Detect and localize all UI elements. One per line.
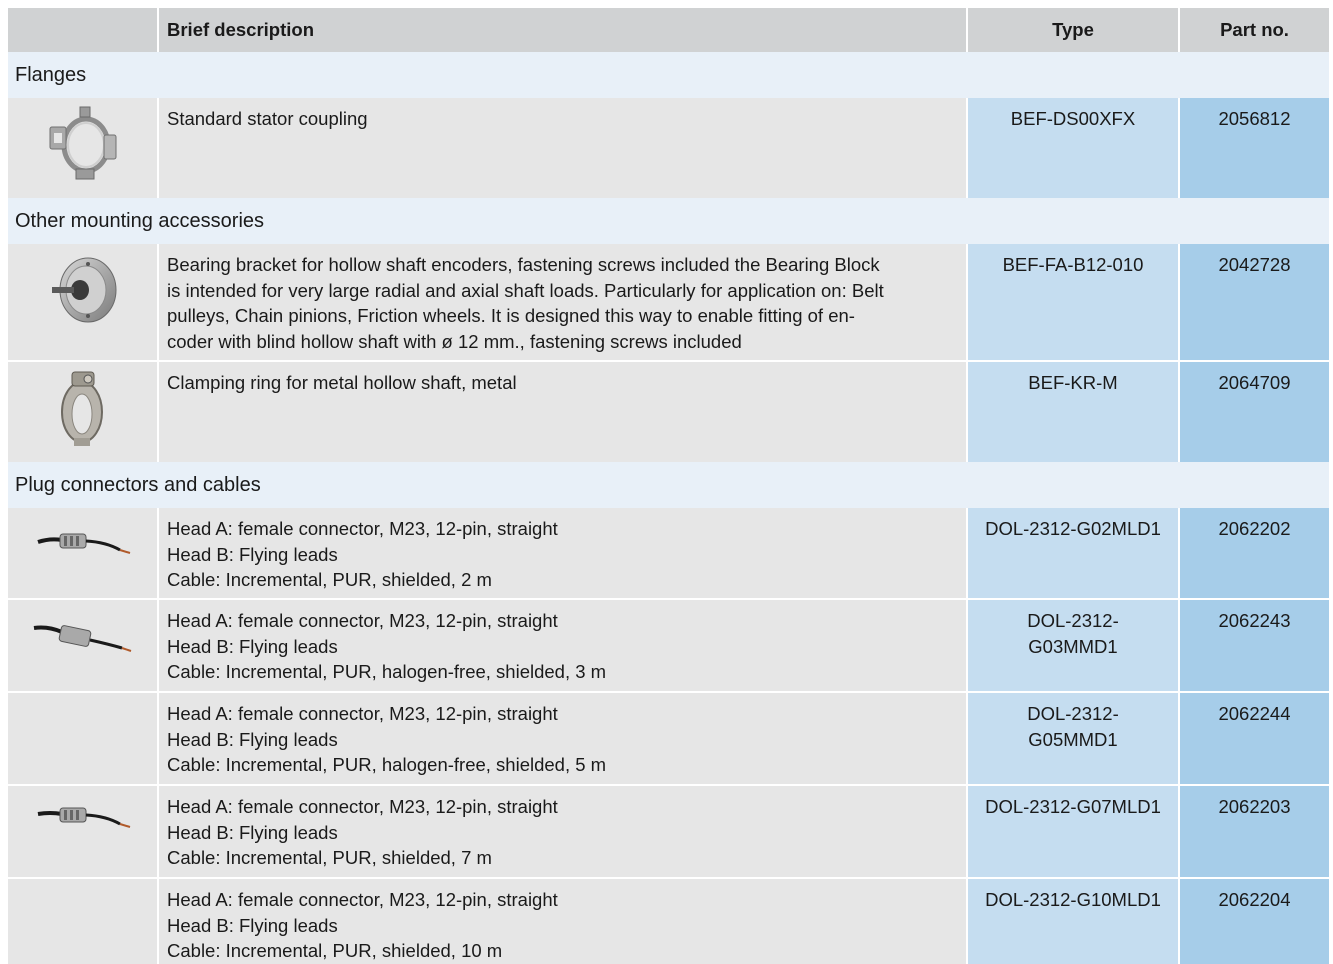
table-row: Standard stator coupling BEF-DS00XFX 205… <box>8 98 1329 198</box>
description-line: Head A: female connector, M23, 12-pin, s… <box>167 610 558 631</box>
product-image-cell <box>8 362 157 462</box>
item-description: Head A: female connector, M23, 12-pin, s… <box>159 693 966 784</box>
section-plug-connectors: Plug connectors and cables <box>8 462 1329 508</box>
section-flanges: Flanges <box>8 52 1329 98</box>
item-type: DOL-2312-G02MLD1 <box>968 508 1178 598</box>
accessories-page: Brief description Type Part no. Flanges … <box>0 0 1333 964</box>
item-part-no: 2062204 <box>1180 879 1329 964</box>
section-other-mounting: Other mounting accessories <box>8 198 1329 244</box>
table-row: Clamping ring for metal hollow shaft, me… <box>8 362 1329 462</box>
cable-connector-icon <box>33 625 132 652</box>
item-description: Bearing bracket for hollow shaft encoder… <box>159 244 966 360</box>
description-line: Cable: Incremental, PUR, shielded, 10 m <box>167 940 503 962</box>
description-line: Head B: Flying leads <box>167 543 338 565</box>
item-type: BEF-FA-B12-010 <box>968 244 1178 360</box>
description-line: Cable: Incremental, PUR, shielded, 2 m <box>167 569 492 591</box>
section-label: Other mounting accessories <box>15 210 265 232</box>
description-line: pulleys, Chain pinions, Friction wheels.… <box>167 305 855 327</box>
table-row: Head A: female connector, M23, 12-pin, s… <box>8 879 1329 964</box>
stator-coupling-icon <box>49 106 117 180</box>
item-part-no: 2056812 <box>1180 98 1329 198</box>
item-type: BEF-KR-M <box>968 362 1178 462</box>
description-line: Head A: female connector, M23, 12-pin, s… <box>167 703 558 724</box>
table-row: Bearing bracket for hollow shaft encoder… <box>8 244 1329 360</box>
header-part-no: Part no. <box>1180 8 1329 52</box>
item-part-no: 2064709 <box>1180 362 1329 462</box>
table-row: Head A: female connector, M23, 12-pin, s… <box>8 786 1329 877</box>
description-line: Head B: Flying leads <box>167 635 338 657</box>
section-label: Plug connectors and cables <box>15 474 261 496</box>
type-value: DOL-2312-G02MLD1 <box>985 518 1161 539</box>
description-line: Standard stator coupling <box>167 108 368 129</box>
item-description: Head A: female connector, M23, 12-pin, s… <box>159 786 966 877</box>
description-line: Head B: Flying leads <box>167 914 338 936</box>
item-description: Clamping ring for metal hollow shaft, me… <box>159 362 966 462</box>
description-line: Head A: female connector, M23, 12-pin, s… <box>167 518 558 539</box>
description-line: Bearing bracket for hollow shaft encoder… <box>167 254 880 275</box>
product-image-cell <box>8 244 157 360</box>
item-description: Standard stator coupling <box>159 98 966 198</box>
item-part-no: 2042728 <box>1180 244 1329 360</box>
description-line: Clamping ring for metal hollow shaft, me… <box>167 372 517 393</box>
cable-connector-icon <box>37 807 131 828</box>
description-line: Cable: Incremental, PUR, halogen-free, s… <box>167 661 607 683</box>
type-value: DOL-2312-G07MLD1 <box>985 796 1161 817</box>
item-part-no: 2062244 <box>1180 693 1329 784</box>
product-image-cell <box>8 98 157 198</box>
item-description: Head A: female connector, M23, 12-pin, s… <box>159 508 966 598</box>
item-part-no: 2062203 <box>1180 786 1329 877</box>
item-type: DOL-2312-G10MLD1 <box>968 879 1178 964</box>
item-type: DOL-2312-G07MLD1 <box>968 786 1178 877</box>
type-value: DOL-2312- G03MMD1 <box>1027 610 1119 657</box>
section-label: Flanges <box>15 64 87 86</box>
product-image-cell <box>8 879 157 964</box>
description-line: Head B: Flying leads <box>167 728 338 750</box>
cable-connector-icon <box>37 533 131 554</box>
item-description: Head A: female connector, M23, 12-pin, s… <box>159 600 966 691</box>
product-image-cell <box>8 600 157 691</box>
type-value: DOL-2312- G05MMD1 <box>1027 703 1119 750</box>
table-header: Brief description Type Part no. <box>8 8 1329 52</box>
product-image-cell <box>8 786 157 877</box>
item-type: DOL-2312- G03MMD1 <box>968 600 1178 691</box>
accessories-table: Brief description Type Part no. Flanges … <box>8 8 1329 964</box>
description-line: is intended for very large radial and ax… <box>167 279 884 301</box>
item-type: BEF-DS00XFX <box>968 98 1178 198</box>
item-description: Head A: female connector, M23, 12-pin, s… <box>159 879 966 964</box>
bearing-bracket-icon <box>52 257 117 323</box>
item-type: DOL-2312- G05MMD1 <box>968 693 1178 784</box>
table-row: Head A: female connector, M23, 12-pin, s… <box>8 693 1329 784</box>
product-image-cell <box>8 508 157 598</box>
header-image-column <box>8 8 157 52</box>
item-part-no: 2062202 <box>1180 508 1329 598</box>
item-part-no: 2062243 <box>1180 600 1329 691</box>
description-line: Head A: female connector, M23, 12-pin, s… <box>167 796 558 817</box>
clamping-ring-icon <box>61 371 103 446</box>
header-type: Type <box>968 8 1178 52</box>
table-row: Head A: female connector, M23, 12-pin, s… <box>8 600 1329 691</box>
description-line: Cable: Incremental, PUR, shielded, 7 m <box>167 847 492 869</box>
description-line: coder with blind hollow shaft with ø 12 … <box>167 330 742 352</box>
description-line: Head A: female connector, M23, 12-pin, s… <box>167 889 558 910</box>
header-description: Brief description <box>159 8 966 52</box>
description-line: Cable: Incremental, PUR, halogen-free, s… <box>167 754 607 776</box>
product-image-cell <box>8 693 157 784</box>
table-row: Head A: female connector, M23, 12-pin, s… <box>8 508 1329 598</box>
type-value: DOL-2312-G10MLD1 <box>985 889 1161 910</box>
description-line: Head B: Flying leads <box>167 821 338 843</box>
